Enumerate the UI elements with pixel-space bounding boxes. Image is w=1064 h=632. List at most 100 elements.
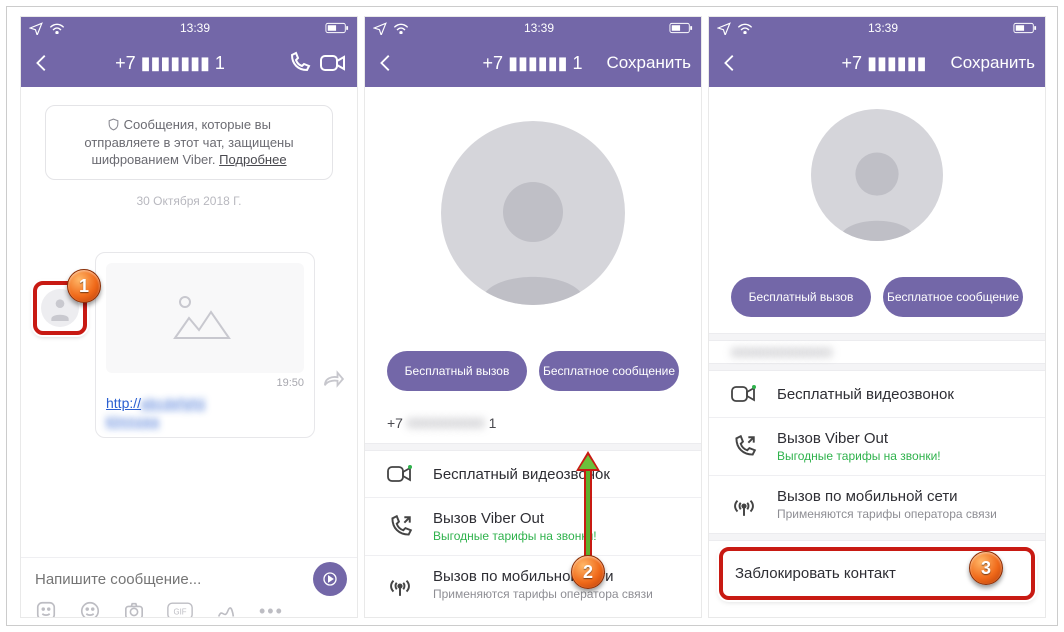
status-bar: 13:39 xyxy=(709,17,1045,39)
section-separator xyxy=(365,443,701,451)
phone-blurred: 0000000000 xyxy=(407,415,485,431)
video-call-icon[interactable] xyxy=(319,52,347,74)
profile-navbar: +7 ▮▮▮▮▮▮ 1 Сохранить xyxy=(365,39,701,87)
row-label: Вызов Viber Out xyxy=(777,430,1027,447)
free-call-button[interactable]: Бесплатный вызов xyxy=(387,351,527,391)
viber-out-row[interactable]: Вызов Viber Out Выгодные тарифы на звонк… xyxy=(365,498,701,556)
phone-screen-3: 13:39 +7 ▮▮▮▮▮▮ Сохранить Бесплатный выз… xyxy=(709,17,1045,617)
status-bar: 13:39 xyxy=(21,17,357,39)
camera-icon[interactable] xyxy=(123,601,145,617)
row-sublabel: Применяются тарифы оператора связи xyxy=(433,587,683,601)
doodle-icon[interactable] xyxy=(215,600,237,617)
action-buttons: Бесплатный вызов Бесплатное сообщение xyxy=(709,263,1045,333)
antenna-icon xyxy=(387,572,413,598)
encryption-more-link[interactable]: Подробнее xyxy=(219,152,286,167)
contact-actions-list: Бесплатный видеозвонок Вызов Viber Out В… xyxy=(365,451,701,613)
tutorial-canvas: 13:39 +7 ▮▮▮▮▮▮▮ 1 Сообщения, которые вы… xyxy=(6,6,1058,626)
free-message-button[interactable]: Бесплатное сообщение xyxy=(883,277,1023,317)
free-call-button[interactable]: Бесплатный вызов xyxy=(731,277,871,317)
airplane-mode-icon xyxy=(373,21,387,35)
antenna-icon xyxy=(731,492,757,518)
encryption-notice: Сообщения, которые вы отправляете в этот… xyxy=(45,105,333,180)
wifi-icon xyxy=(393,22,409,34)
row-sublabel: Выгодные тарифы на звонки! xyxy=(777,449,1027,463)
link-blurred: abcdefghij xyxy=(141,395,205,411)
person-placeholder-icon xyxy=(823,133,931,241)
phone-screen-2: 13:39 +7 ▮▮▮▮▮▮ 1 Сохранить Бесплатный в… xyxy=(365,17,701,617)
cellular-call-row[interactable]: Вызов по мобильной сети Применяются тари… xyxy=(709,476,1045,533)
section-separator xyxy=(709,533,1045,541)
phone-blurred-line: 00000000000000 xyxy=(709,341,1045,363)
viber-out-row[interactable]: Вызов Viber Out Выгодные тарифы на звонк… xyxy=(709,418,1045,476)
row-sublabel: Применяются тарифы оператора связи xyxy=(777,507,1027,521)
row-label: Вызов Viber Out xyxy=(433,510,683,527)
message-input[interactable] xyxy=(31,565,307,594)
voice-call-icon[interactable] xyxy=(287,51,311,75)
back-arrow-icon[interactable] xyxy=(375,52,397,74)
phone-screen-1: 13:39 +7 ▮▮▮▮▮▮▮ 1 Сообщения, которые вы… xyxy=(21,17,357,617)
message-image-placeholder xyxy=(106,263,304,373)
chat-title[interactable]: +7 ▮▮▮▮▮▮▮ 1 xyxy=(115,53,225,74)
battery-icon xyxy=(1013,22,1037,34)
airplane-mode-icon xyxy=(29,21,43,35)
link-prefix: http:// xyxy=(106,395,141,411)
step-badge-2: 2 xyxy=(571,555,605,589)
wifi-icon xyxy=(49,22,65,34)
message-composer: GIF ••• xyxy=(21,557,357,617)
free-video-call-row[interactable]: Бесплатный видеозвонок xyxy=(709,371,1045,418)
encryption-text-1: Сообщения, которые вы xyxy=(124,117,271,132)
profile-avatar-area xyxy=(365,87,701,339)
shield-icon xyxy=(107,118,120,131)
status-bar: 13:39 xyxy=(365,17,701,39)
person-icon xyxy=(47,295,73,321)
row-label: Бесплатный видеозвонок xyxy=(433,466,683,483)
chat-navbar: +7 ▮▮▮▮▮▮▮ 1 xyxy=(21,39,357,87)
save-button[interactable]: Сохранить xyxy=(607,53,691,73)
gif-icon[interactable]: GIF xyxy=(167,602,193,617)
forward-icon[interactable] xyxy=(322,370,344,393)
phone-suffix: 1 xyxy=(489,415,497,431)
airplane-mode-icon xyxy=(717,21,731,35)
chat-body: Сообщения, которые вы отправляете в этот… xyxy=(21,87,357,557)
phone-prefix: +7 xyxy=(387,415,403,431)
battery-icon xyxy=(669,22,693,34)
phone-out-icon xyxy=(731,434,757,460)
row-sublabel: Выгодные тарифы на звонки! xyxy=(433,529,683,543)
row-label: Бесплатный видеозвонок xyxy=(777,386,1027,403)
more-icon[interactable]: ••• xyxy=(259,601,284,618)
person-placeholder-icon xyxy=(458,155,608,305)
link-blurred-2: klmnopq xyxy=(106,413,159,429)
profile-navbar: +7 ▮▮▮▮▮▮ Сохранить xyxy=(709,39,1045,87)
back-arrow-icon[interactable] xyxy=(31,52,53,74)
phone-number-line: +7 0000000000 1 xyxy=(365,405,701,443)
voice-message-button[interactable] xyxy=(313,562,347,596)
battery-icon xyxy=(325,22,349,34)
profile-title: +7 ▮▮▮▮▮▮ xyxy=(842,53,927,74)
emoji-icon[interactable] xyxy=(79,600,101,617)
video-icon xyxy=(386,463,414,485)
section-separator xyxy=(709,333,1045,341)
status-time: 13:39 xyxy=(868,21,898,35)
status-time: 13:39 xyxy=(180,21,210,35)
date-separator: 30 Октября 2018 Г. xyxy=(35,194,343,208)
row-label: Вызов по мобильной сети xyxy=(777,488,1027,505)
wifi-icon xyxy=(737,22,753,34)
save-button[interactable]: Сохранить xyxy=(951,53,1035,73)
message-link[interactable]: http://abcdefghij klmnopq xyxy=(106,395,304,431)
message-time: 19:50 xyxy=(106,377,304,389)
swipe-up-arrow-icon xyxy=(573,447,603,557)
contact-actions-list: Бесплатный видеозвонок Вызов Viber Out В… xyxy=(709,371,1045,533)
incoming-message[interactable]: 19:50 http://abcdefghij klmnopq xyxy=(95,252,315,438)
video-icon xyxy=(730,383,758,405)
cellular-call-row[interactable]: Вызов по мобильной сети Применяются тари… xyxy=(365,556,701,613)
row-label: Вызов по мобильной сети xyxy=(433,568,683,585)
profile-title: +7 ▮▮▮▮▮▮ 1 xyxy=(483,53,583,74)
back-arrow-icon[interactable] xyxy=(719,52,741,74)
free-video-call-row[interactable]: Бесплатный видеозвонок xyxy=(365,451,701,498)
encryption-text-3: шифрованием Viber. xyxy=(91,152,215,167)
action-buttons: Бесплатный вызов Бесплатное сообщение xyxy=(365,339,701,405)
step-badge-1: 1 xyxy=(67,269,101,303)
free-message-button[interactable]: Бесплатное сообщение xyxy=(539,351,679,391)
svg-text:GIF: GIF xyxy=(174,607,187,616)
sticker-icon[interactable] xyxy=(35,600,57,617)
